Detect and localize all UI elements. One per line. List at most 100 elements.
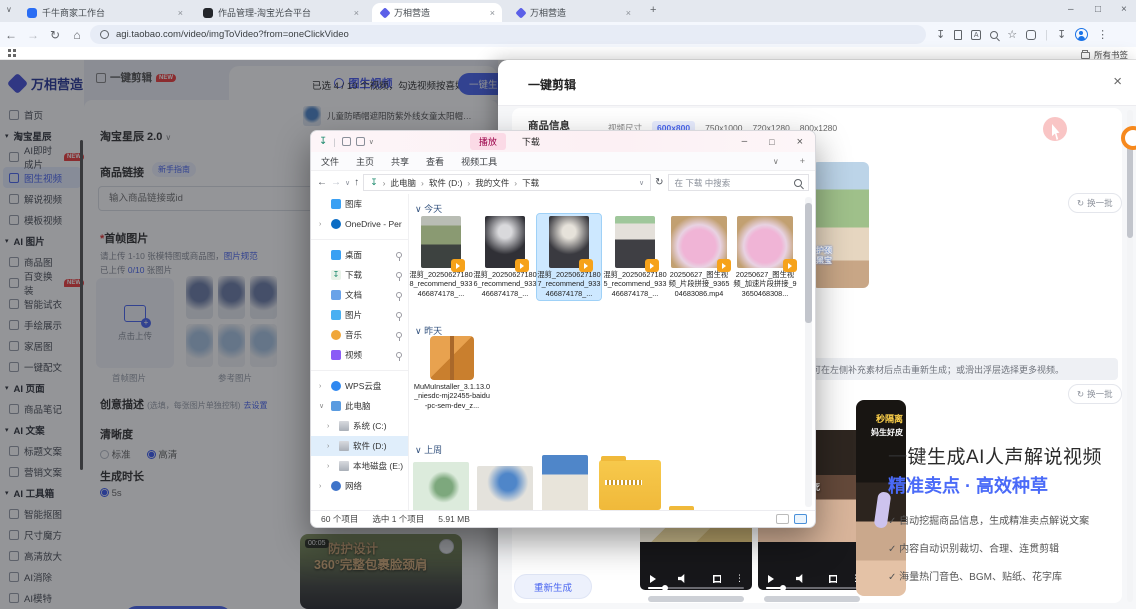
ribbon-help-icon[interactable]: + xyxy=(800,156,805,166)
browser-tab-1[interactable]: 千牛商家工作台 × xyxy=(20,3,190,22)
group-header-lastweek[interactable]: ∨ 上周 xyxy=(415,443,442,456)
regenerate-button[interactable]: 重新生成 xyxy=(514,574,592,599)
image-file-thumbnail[interactable] xyxy=(542,455,588,510)
window-minimize-button[interactable]: – xyxy=(1068,4,1074,15)
home-icon[interactable]: ⌂ xyxy=(66,28,88,42)
site-info-icon[interactable] xyxy=(100,30,109,39)
window-minimize-button[interactable]: – xyxy=(742,136,748,147)
explorer-title-bar[interactable]: ↧ | ∨ 播放 下载 – □ × xyxy=(311,131,815,152)
back-icon[interactable]: ← xyxy=(317,177,327,188)
explorer-search-box[interactable]: 在 下载 中搜索 xyxy=(668,174,809,191)
forward-icon[interactable]: → xyxy=(331,177,341,188)
nav-drive-e[interactable]: ›本地磁盘 (E:) xyxy=(311,456,408,476)
refresh-icon[interactable]: ↻ xyxy=(655,177,663,188)
downloads-tray-icon[interactable]: ↧ xyxy=(1057,28,1066,41)
nav-wps-cloud[interactable]: ›WPS云盘 xyxy=(311,376,408,396)
quick-access-icon[interactable] xyxy=(342,137,351,146)
nav-pictures[interactable]: 图片 xyxy=(311,305,408,325)
clipboard-icon[interactable] xyxy=(954,30,962,40)
nav-downloads[interactable]: ↧下载 xyxy=(311,265,408,285)
nav-network[interactable]: ›网络 xyxy=(311,476,408,496)
quick-access-icon[interactable] xyxy=(356,137,365,146)
crumb-this-pc[interactable]: 此电脑 xyxy=(391,177,417,189)
refresh-batch-button-1[interactable]: ↻换一批 xyxy=(1068,193,1122,213)
file-item[interactable]: 混剪_202506271806_recommend_933466874178_.… xyxy=(473,216,537,298)
nav-music[interactable]: 音乐 xyxy=(311,325,408,345)
video-tools-play-tab[interactable]: 播放 xyxy=(470,133,506,150)
zoom-search-icon[interactable] xyxy=(990,31,998,39)
file-item[interactable]: 混剪_202506271805_recommend_933466874178_.… xyxy=(603,216,667,298)
tab-search-icon[interactable]: ∨ xyxy=(6,5,12,14)
download-page-icon[interactable]: ↧ xyxy=(936,28,945,41)
fullscreen-icon[interactable] xyxy=(829,575,837,583)
file-item-selected[interactable]: 混剪_202506271807_recommend_933466874178_.… xyxy=(537,214,601,300)
crumb-drive-d[interactable]: 软件 (D:) xyxy=(429,177,463,189)
menu-home[interactable]: 主页 xyxy=(356,155,374,168)
progress-bar[interactable] xyxy=(766,587,860,590)
browser-tab-2[interactable]: 作品管理-淘宝光合平台 × xyxy=(196,3,366,22)
nav-documents[interactable]: 文档 xyxy=(311,285,408,305)
window-close-button[interactable]: × xyxy=(797,136,803,148)
new-tab-button[interactable]: + xyxy=(650,4,656,16)
image-file-thumbnail[interactable] xyxy=(477,466,533,510)
tab-close-icon[interactable]: × xyxy=(178,8,183,18)
thumbnail-view-toggle[interactable] xyxy=(794,514,807,524)
forward-icon[interactable]: → xyxy=(22,28,44,42)
back-icon[interactable]: ← xyxy=(0,28,22,42)
nav-desktop[interactable]: 桌面 xyxy=(311,245,408,265)
apps-grid-icon[interactable] xyxy=(8,49,11,52)
file-item[interactable]: 混剪_202506271808_recommend_933466874178_.… xyxy=(409,216,473,298)
nav-drive-c[interactable]: ›系统 (C:) xyxy=(311,416,408,436)
breadcrumb[interactable]: ↧ ›此电脑 ›软件 (D:) ›我的文件 ›下载 ∨ xyxy=(363,174,651,191)
crumb-downloads[interactable]: 下载 xyxy=(522,177,539,189)
volume-icon[interactable] xyxy=(678,574,687,583)
nav-videos[interactable]: 视频 xyxy=(311,345,408,365)
floating-promo-badge[interactable] xyxy=(1121,126,1136,150)
group-header-today[interactable]: ∨ 今天 xyxy=(415,202,442,215)
play-icon[interactable] xyxy=(650,575,656,583)
nav-gallery[interactable]: 图库 xyxy=(311,194,408,214)
chevron-down-icon[interactable]: ∨ xyxy=(639,179,644,187)
address-bar[interactable]: agi.taobao.com/video/imgToVideo?from=one… xyxy=(90,25,926,44)
play-icon[interactable] xyxy=(768,575,774,583)
file-item-installer[interactable]: MuMuInstaller_3.1.13.0_niesdc-mj22455-ba… xyxy=(413,336,491,410)
menu-view[interactable]: 查看 xyxy=(426,155,444,168)
menu-file[interactable]: 文件 xyxy=(321,155,339,168)
fullscreen-icon[interactable] xyxy=(713,575,721,583)
progress-bar[interactable] xyxy=(648,587,744,590)
modal-scrollbar[interactable] xyxy=(1127,110,1133,602)
selected-clip-thumbnail[interactable]: 护颈 黑宝 xyxy=(812,162,869,288)
zip-folder-icon[interactable] xyxy=(599,460,661,510)
tab-close-icon[interactable]: × xyxy=(626,8,631,18)
window-close-button[interactable]: × xyxy=(1121,4,1127,15)
browser-tab-3-active[interactable]: 万相营造 × xyxy=(372,3,502,22)
modal-close-icon[interactable]: × xyxy=(1113,73,1122,90)
ribbon-collapse-icon[interactable]: ∨ xyxy=(773,157,779,166)
profile-avatar[interactable] xyxy=(1075,28,1088,41)
file-item[interactable]: 20250627_图生视频_加速片段拼接_93650468308... xyxy=(733,216,797,298)
refresh-batch-button-2[interactable]: ↻换一批 xyxy=(1068,384,1122,404)
file-item[interactable]: 20250627_图生视频_片段拼接_936504683086.mp4 xyxy=(667,216,731,298)
kebab-menu-icon[interactable]: ⋮ xyxy=(735,573,744,584)
up-icon[interactable]: ↑ xyxy=(354,177,359,188)
reload-icon[interactable]: ↻ xyxy=(44,28,66,42)
chevron-down-icon[interactable]: ∨ xyxy=(369,138,374,146)
translate-icon[interactable]: A xyxy=(971,30,981,40)
nav-onedrive[interactable]: ›OneDrive - Per xyxy=(311,214,408,234)
window-maximize-button[interactable]: □ xyxy=(769,137,774,147)
bookmark-star-icon[interactable]: ☆ xyxy=(1007,28,1017,41)
window-maximize-button[interactable]: □ xyxy=(1095,4,1101,15)
nav-drive-d[interactable]: ›软件 (D:) xyxy=(311,436,408,456)
explorer-scrollbar[interactable] xyxy=(805,197,812,507)
recent-locations-icon[interactable]: ∨ xyxy=(345,179,350,187)
crumb-my-files[interactable]: 我的文件 xyxy=(475,177,509,189)
image-file-thumbnail[interactable] xyxy=(413,462,469,510)
nav-this-pc[interactable]: ∨此电脑 xyxy=(311,396,408,416)
kebab-menu-icon[interactable]: ⋮ xyxy=(1097,28,1108,41)
extensions-icon[interactable] xyxy=(1026,30,1036,40)
list-view-toggle[interactable] xyxy=(776,514,789,524)
tab-close-icon[interactable]: × xyxy=(354,8,359,18)
menu-share[interactable]: 共享 xyxy=(391,155,409,168)
tab-close-icon[interactable]: × xyxy=(490,8,495,18)
menu-video-tools[interactable]: 视频工具 xyxy=(461,155,497,168)
